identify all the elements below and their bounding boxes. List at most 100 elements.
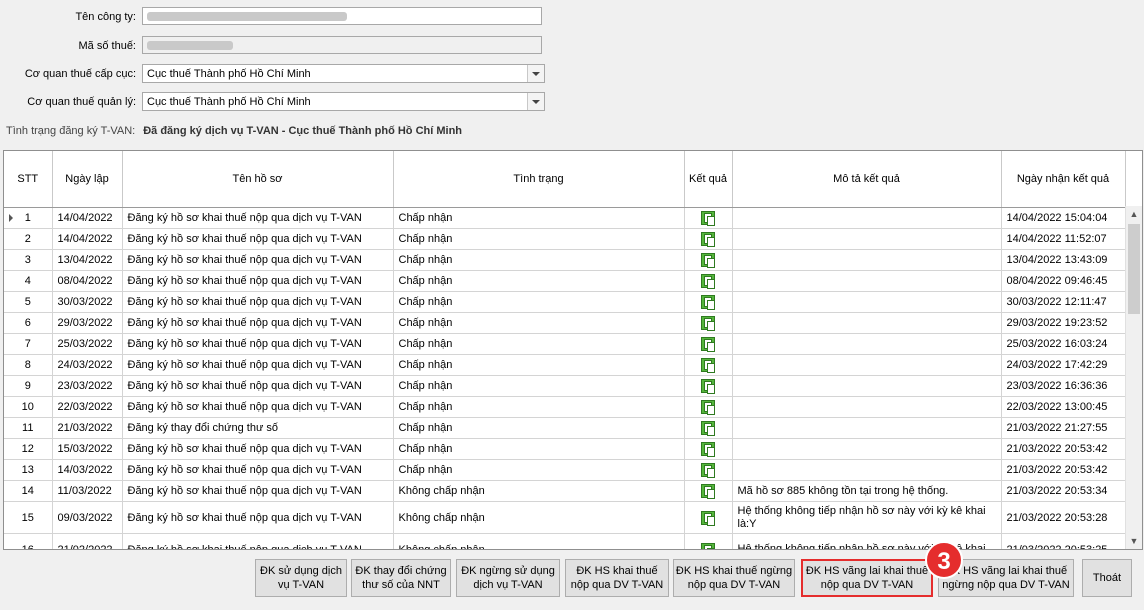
cell-name[interactable]: Đăng ký hồ sơ khai thuế nộp qua dịch vụ …: [122, 501, 394, 534]
cell-status[interactable]: Chấp nhận: [393, 291, 685, 313]
tax-code-field[interactable]: [142, 36, 542, 54]
register-tax-filing-button[interactable]: ĐK HS khai thuế nộp qua DV T-VAN: [565, 559, 669, 597]
chevron-down-icon[interactable]: [527, 65, 544, 82]
chevron-down-icon[interactable]: [527, 93, 544, 110]
cell-stt[interactable]: 9: [4, 375, 53, 397]
cell-result[interactable]: [684, 375, 733, 397]
cell-result[interactable]: [684, 501, 733, 534]
cell-received[interactable]: 13/04/2022 13:43:09: [1001, 249, 1126, 271]
cell-status[interactable]: Chấp nhận: [393, 417, 685, 439]
col-header-stt[interactable]: STT: [4, 151, 53, 208]
cell-description[interactable]: [732, 459, 1002, 481]
cell-name[interactable]: Đăng ký hồ sơ khai thuế nộp qua dịch vụ …: [122, 354, 394, 376]
cell-received[interactable]: 14/04/2022 11:52:07: [1001, 228, 1126, 250]
table-row[interactable]: 8 24/03/2022 Đăng ký hồ sơ khai thuế nộp q…: [4, 354, 1126, 376]
cell-status[interactable]: Chấp nhận: [393, 228, 685, 250]
col-header-name[interactable]: Tên hồ sơ: [122, 151, 394, 208]
cell-name[interactable]: Đăng ký hồ sơ khai thuế nộp qua dịch vụ …: [122, 480, 394, 502]
cell-result[interactable]: [684, 396, 733, 418]
table-row[interactable]: 11 21/03/2022 Đăng ký thay đổi chứng thư s…: [4, 417, 1126, 439]
cell-result[interactable]: [684, 228, 733, 250]
cell-name[interactable]: Đăng ký hồ sơ khai thuế nộp qua dịch vụ …: [122, 396, 394, 418]
cell-stt[interactable]: 4: [4, 270, 53, 292]
scroll-down-icon[interactable]: ▼: [1126, 533, 1142, 549]
cell-status[interactable]: Chấp nhận: [393, 354, 685, 376]
result-document-icon[interactable]: [701, 442, 715, 457]
cell-result[interactable]: [684, 333, 733, 355]
cell-received[interactable]: 08/04/2022 09:46:45: [1001, 270, 1126, 292]
register-visiting-filing-button[interactable]: ĐK HS vãng lai khai thuế nộp qua DV T-VA…: [801, 559, 933, 597]
cell-description[interactable]: [732, 333, 1002, 355]
cell-result[interactable]: [684, 312, 733, 334]
cell-description[interactable]: [732, 207, 1002, 229]
cell-date[interactable]: 14/03/2022: [52, 459, 123, 481]
cell-status[interactable]: Chấp nhận: [393, 207, 685, 229]
cell-stt[interactable]: 3: [4, 249, 53, 271]
cell-description[interactable]: [732, 270, 1002, 292]
cell-date[interactable]: 09/03/2022: [52, 501, 123, 534]
col-header-status[interactable]: Tình trạng: [393, 151, 685, 208]
result-document-icon[interactable]: [701, 379, 715, 394]
cell-result[interactable]: [684, 354, 733, 376]
table-row[interactable]: 5 30/03/2022 Đăng ký hồ sơ khai thuế nộp q…: [4, 291, 1126, 313]
cell-received[interactable]: 21/03/2022 20:53:42: [1001, 438, 1126, 460]
cell-name[interactable]: Đăng ký hồ sơ khai thuế nộp qua dịch vụ …: [122, 533, 394, 549]
cell-stt[interactable]: 10: [4, 396, 53, 418]
cell-stt[interactable]: 2: [4, 228, 53, 250]
result-document-icon[interactable]: [701, 400, 715, 415]
cell-stt[interactable]: 15: [4, 501, 53, 534]
cell-name[interactable]: Đăng ký thay đổi chứng thư số: [122, 417, 394, 439]
cell-received[interactable]: 29/03/2022 19:23:52: [1001, 312, 1126, 334]
exit-button[interactable]: Thoát: [1082, 559, 1132, 597]
cell-status[interactable]: Không chấp nhận: [393, 501, 685, 534]
cell-name[interactable]: Đăng ký hồ sơ khai thuế nộp qua dịch vụ …: [122, 459, 394, 481]
cell-result[interactable]: [684, 249, 733, 271]
result-document-icon[interactable]: [701, 337, 715, 352]
result-document-icon[interactable]: [701, 484, 715, 499]
table-row[interactable]: 12 15/03/2022 Đăng ký hồ sơ khai thuế nộp …: [4, 438, 1126, 460]
cell-name[interactable]: Đăng ký hồ sơ khai thuế nộp qua dịch vụ …: [122, 291, 394, 313]
scroll-thumb[interactable]: [1128, 224, 1140, 314]
tax-office-level-select[interactable]: Cục thuế Thành phố Hồ Chí Minh: [142, 64, 545, 83]
cell-name[interactable]: Đăng ký hồ sơ khai thuế nộp qua dịch vụ …: [122, 249, 394, 271]
cell-description[interactable]: [732, 249, 1002, 271]
table-row[interactable]: 3 13/04/2022 Đăng ký hồ sơ khai thuế nộp q…: [4, 249, 1126, 271]
cell-stt[interactable]: 13: [4, 459, 53, 481]
cell-date[interactable]: 29/03/2022: [52, 312, 123, 334]
cell-result[interactable]: [684, 533, 733, 549]
cell-name[interactable]: Đăng ký hồ sơ khai thuế nộp qua dịch vụ …: [122, 207, 394, 229]
cell-received[interactable]: 21/03/2022 20:53:42: [1001, 459, 1126, 481]
cell-result[interactable]: [684, 417, 733, 439]
cell-status[interactable]: Chấp nhận: [393, 270, 685, 292]
cell-description[interactable]: Hệ thống không tiếp nhận hồ sơ này với k…: [732, 501, 1002, 534]
col-header-result[interactable]: Kết quả: [684, 151, 733, 208]
result-document-icon[interactable]: [701, 232, 715, 247]
cell-date[interactable]: 23/03/2022: [52, 375, 123, 397]
cell-result[interactable]: [684, 270, 733, 292]
register-tvan-button[interactable]: ĐK sử dụng dịch vụ T-VAN: [255, 559, 347, 597]
cell-result[interactable]: [684, 291, 733, 313]
cell-result[interactable]: [684, 480, 733, 502]
table-row[interactable]: 6 29/03/2022 Đăng ký hồ sơ khai thuế nộp q…: [4, 312, 1126, 334]
col-header-received[interactable]: Ngày nhận kết quả: [1001, 151, 1126, 208]
result-document-icon[interactable]: [701, 510, 715, 526]
table-row[interactable]: 1 14/04/2022 Đăng ký hồ sơ khai thuế nộp q…: [4, 207, 1126, 229]
cell-status[interactable]: Chấp nhận: [393, 438, 685, 460]
cell-status[interactable]: Chấp nhận: [393, 396, 685, 418]
table-row[interactable]: 4 08/04/2022 Đăng ký hồ sơ khai thuế nộp q…: [4, 270, 1126, 292]
cell-name[interactable]: Đăng ký hồ sơ khai thuế nộp qua dịch vụ …: [122, 270, 394, 292]
cell-date[interactable]: 22/03/2022: [52, 396, 123, 418]
cell-stt[interactable]: 14: [4, 480, 53, 502]
cell-date[interactable]: 15/03/2022: [52, 438, 123, 460]
cell-status[interactable]: Chấp nhận: [393, 459, 685, 481]
cell-received[interactable]: 25/03/2022 16:03:24: [1001, 333, 1126, 355]
result-document-icon[interactable]: [701, 421, 715, 436]
scroll-up-icon[interactable]: ▲: [1126, 206, 1142, 222]
cell-stt[interactable]: 7: [4, 333, 53, 355]
cell-date[interactable]: 21/02/2022: [52, 533, 123, 549]
result-document-icon[interactable]: [701, 274, 715, 289]
cell-status[interactable]: Chấp nhận: [393, 333, 685, 355]
cell-received[interactable]: 30/03/2022 12:11:47: [1001, 291, 1126, 313]
cell-status[interactable]: Không chấp nhận: [393, 480, 685, 502]
registration-grid[interactable]: STT Ngày lập Tên hồ sơ Tình trạng Kết qu…: [3, 150, 1143, 550]
